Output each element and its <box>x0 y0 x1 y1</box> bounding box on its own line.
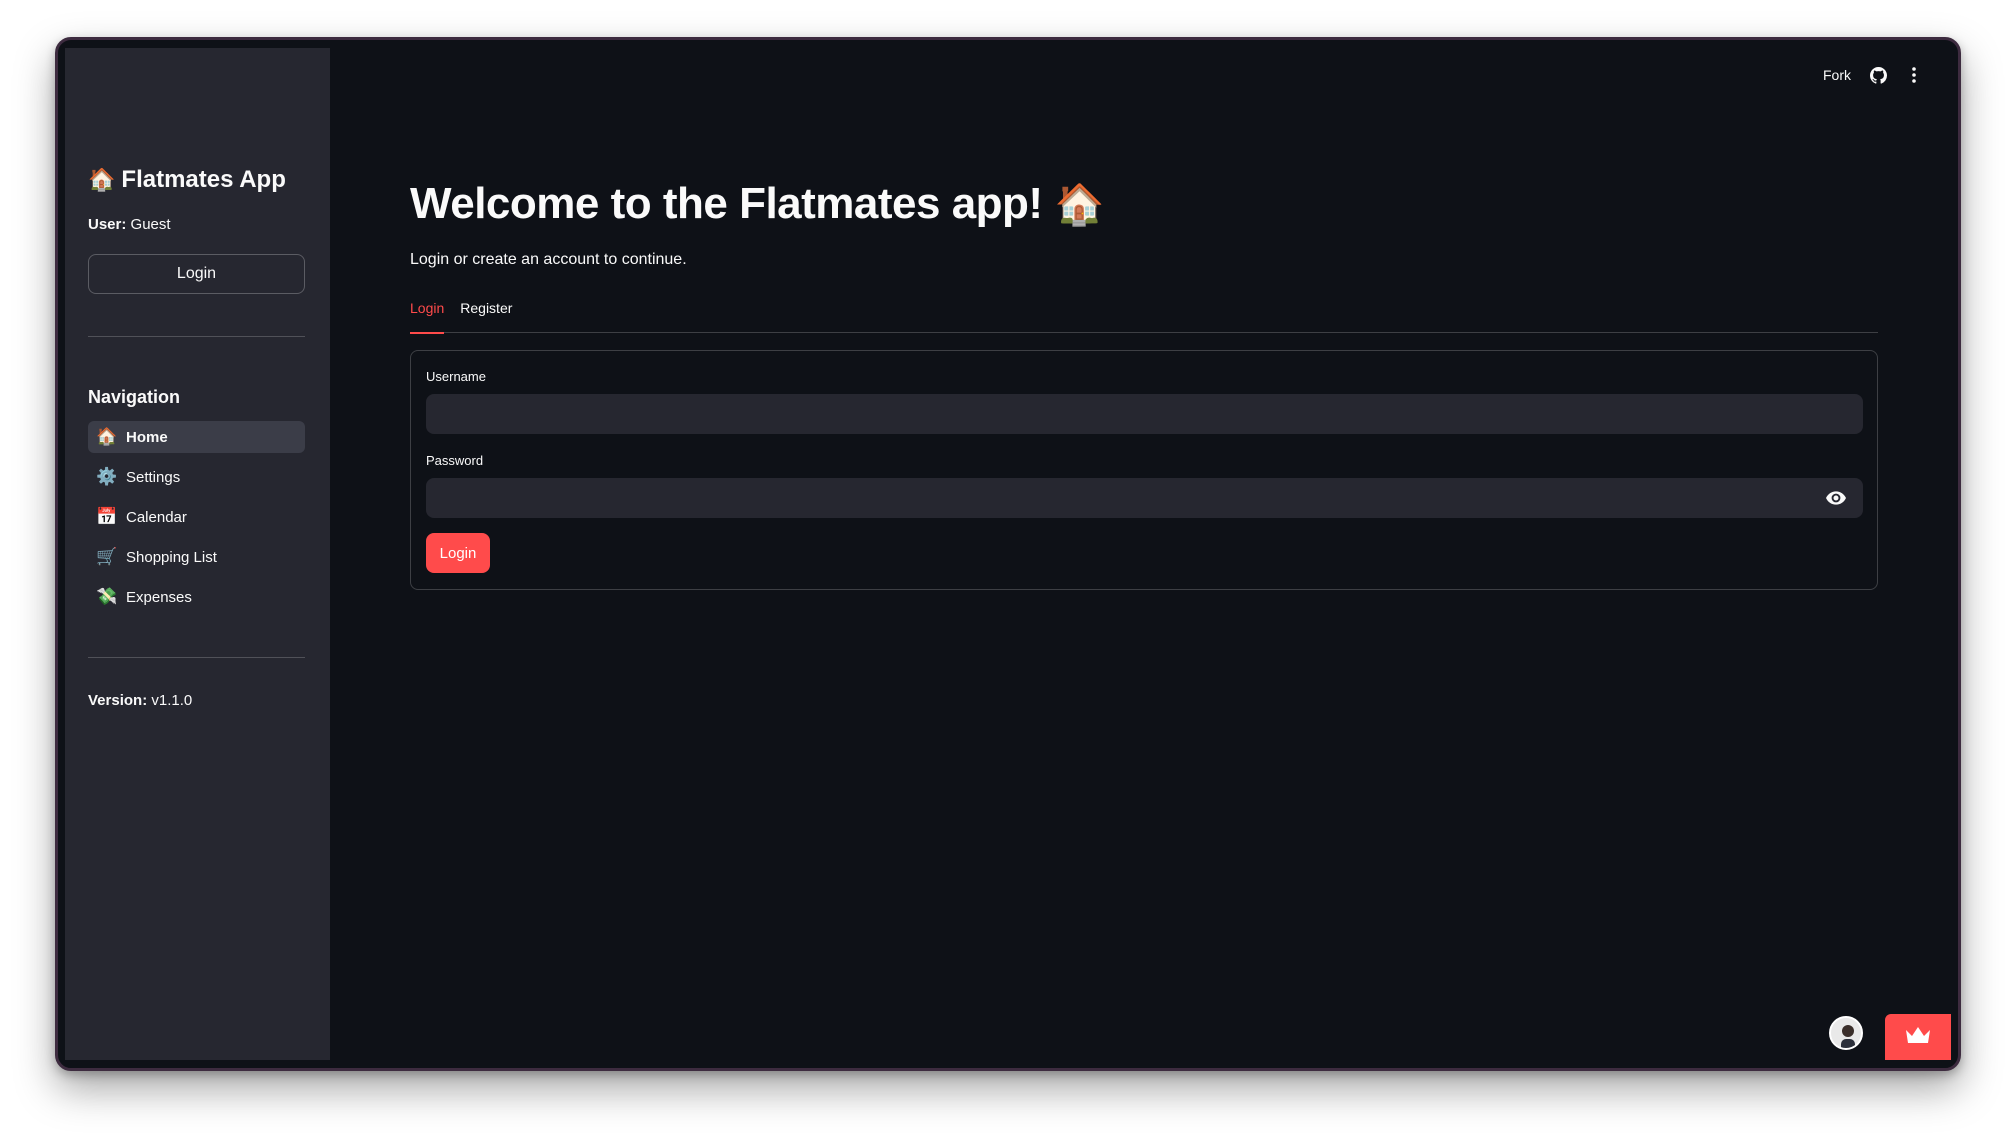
more-vertical-icon[interactable] <box>1905 66 1923 84</box>
page-title: Welcome to the Flatmates app! 🏠 <box>410 179 1104 229</box>
top-toolbar: Fork <box>1823 66 1923 84</box>
sidebar-login-button[interactable]: Login <box>88 254 305 294</box>
streamlit-crown-button[interactable] <box>1885 1014 1951 1060</box>
fork-button[interactable]: Fork <box>1823 67 1851 83</box>
github-icon[interactable] <box>1869 66 1887 84</box>
sidebar-app-title-text: Flatmates App <box>121 166 286 193</box>
house-icon: 🏠 <box>1054 182 1105 227</box>
sidebar-item-label: Expenses <box>126 588 192 606</box>
username-field[interactable] <box>426 394 1863 434</box>
login-form: Username Password Login <box>410 350 1878 590</box>
user-status-value: Guest <box>130 216 171 233</box>
sidebar-item-label: Shopping List <box>126 548 217 566</box>
user-status: User: Guest <box>88 216 171 233</box>
avatar[interactable] <box>1829 1016 1863 1050</box>
page-subtitle: Login or create an account to continue. <box>410 251 687 268</box>
gear-icon: ⚙️ <box>96 467 118 486</box>
version-value: v1.1.0 <box>151 692 193 709</box>
sidebar-item-shopping-list[interactable]: 🛒 Shopping List <box>88 541 305 573</box>
sidebar-item-expenses[interactable]: 💸 Expenses <box>88 581 305 613</box>
login-submit-button[interactable]: Login <box>426 533 490 573</box>
sidebar-item-label: Home <box>126 428 168 446</box>
sidebar-item-label: Settings <box>126 468 181 486</box>
home-icon: 🏠 <box>96 427 118 446</box>
version-info: Version: v1.1.0 <box>88 692 192 709</box>
tab-register[interactable]: Register <box>460 298 512 333</box>
eye-icon[interactable] <box>1825 487 1847 509</box>
navigation-heading: Navigation <box>88 387 181 407</box>
user-status-label: User: <box>88 216 127 233</box>
sidebar-divider <box>88 336 305 337</box>
house-icon: 🏠 <box>88 167 116 192</box>
tab-login[interactable]: Login <box>410 298 445 334</box>
money-icon: 💸 <box>96 587 118 606</box>
auth-tabs: Login Register <box>410 298 1878 334</box>
app-window: 🏠 Flatmates App User: Guest Login Naviga… <box>55 37 1961 1071</box>
crown-icon <box>1905 1026 1931 1049</box>
app-frame: 🏠 Flatmates App User: Guest Login Naviga… <box>65 48 1951 1060</box>
password-label: Password <box>426 453 484 468</box>
sidebar: 🏠 Flatmates App User: Guest Login Naviga… <box>65 48 330 1060</box>
version-label: Version: <box>88 692 148 709</box>
sidebar-app-title: 🏠 Flatmates App <box>88 166 286 194</box>
sidebar-item-home[interactable]: 🏠 Home <box>88 421 305 453</box>
main-content: Fork Welcome to the Flatmates app! 🏠 Log… <box>330 48 1951 1060</box>
sidebar-divider <box>88 657 305 658</box>
page-title-text: Welcome to the Flatmates app! <box>410 179 1043 228</box>
password-field[interactable] <box>426 478 1863 518</box>
sidebar-item-label: Calendar <box>126 508 187 526</box>
navigation-list: 🏠 Home ⚙️ Settings 📅 Calendar 🛒 Shopping… <box>88 421 305 621</box>
sidebar-item-calendar[interactable]: 📅 Calendar <box>88 501 305 533</box>
username-label: Username <box>426 369 486 384</box>
calendar-icon: 📅 <box>96 507 118 526</box>
shopping-cart-icon: 🛒 <box>96 547 118 566</box>
sidebar-item-settings[interactable]: ⚙️ Settings <box>88 461 305 493</box>
